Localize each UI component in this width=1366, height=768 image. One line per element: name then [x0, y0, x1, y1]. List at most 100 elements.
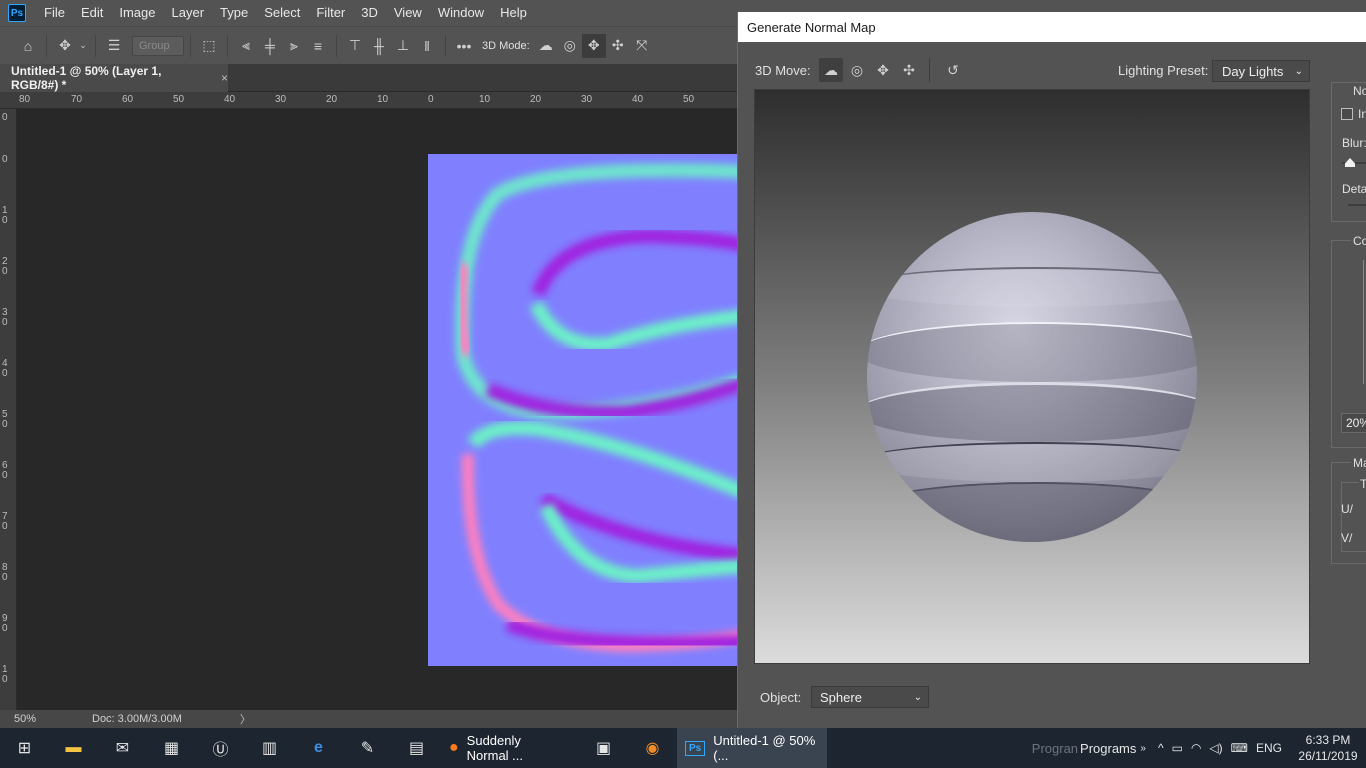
mail-icon[interactable]: ✉ [98, 728, 147, 768]
orbit-icon[interactable]: ☁ [819, 58, 843, 82]
group-title: Co [1351, 234, 1366, 248]
scale-icon[interactable]: ⤧ [630, 34, 654, 58]
chevron-up-icon[interactable]: ^ [1158, 741, 1164, 755]
distribute-vertical-icon[interactable]: ‖ [415, 34, 439, 58]
chevron-down-icon[interactable]: ⌄ [77, 34, 89, 58]
menu-layer[interactable]: Layer [164, 0, 213, 26]
photoshop-icon: Ps [685, 740, 706, 756]
orbit-icon[interactable]: ☁ [534, 34, 558, 58]
taskbar-window-photoshop[interactable]: Ps Untitled-1 @ 50% (... [677, 728, 827, 768]
align-right-icon[interactable]: ⫸ [282, 34, 306, 58]
divider [190, 34, 191, 57]
roll-icon[interactable]: ◎ [558, 34, 582, 58]
move-tool-icon[interactable]: ✥ [53, 34, 77, 58]
3d-mode-label: 3D Mode: [482, 39, 530, 52]
group-title: T [1359, 477, 1366, 491]
invert-checkbox[interactable] [1341, 108, 1353, 120]
slide-icon[interactable]: ✣ [606, 34, 630, 58]
menu-edit[interactable]: Edit [73, 0, 111, 26]
align-top-icon[interactable]: ⊤ [343, 34, 367, 58]
chevron-down-icon: ⌄ [913, 691, 922, 703]
align-left-icon[interactable]: ⫷ [234, 34, 258, 58]
layers-stack-icon[interactable]: ☰ [102, 34, 126, 58]
calendar-icon[interactable]: ▥ [245, 728, 294, 768]
photoshop-logo-icon[interactable]: Ps [8, 4, 26, 22]
windows-start-icon[interactable]: ⊞ [0, 728, 49, 768]
3d-preview-viewport[interactable] [754, 89, 1310, 664]
language-indicator[interactable]: ENG [1256, 741, 1282, 755]
percent-field[interactable]: 20% [1341, 413, 1366, 433]
blur-label: Blur: [1342, 136, 1366, 150]
unreal-engine-icon[interactable]: Ⓤ [196, 728, 245, 768]
sphere-band [867, 382, 1197, 442]
reset-view-icon[interactable]: ↺ [941, 58, 965, 82]
pan-icon[interactable]: ✥ [581, 33, 606, 58]
chevron-right-icon[interactable]: 〉 [240, 711, 251, 727]
photos-icon[interactable]: ▤ [392, 728, 441, 768]
network-icon[interactable]: ▭ [1172, 741, 1183, 755]
menu-file[interactable]: File [36, 0, 73, 26]
ruler-label: 10 [377, 94, 389, 105]
u-label: U/ [1341, 502, 1353, 516]
zoom-level[interactable]: 50% [14, 713, 84, 725]
chevron-down-icon: ⌄ [1294, 65, 1303, 77]
distribute-icon[interactable]: ≡ [306, 34, 330, 58]
document-canvas[interactable] [428, 154, 740, 666]
lighting-preset-dropdown[interactable]: Day Lights ⌄ [1212, 60, 1310, 82]
edge-browser-icon[interactable]: e [294, 728, 343, 768]
slide-icon[interactable]: ✣ [897, 58, 921, 82]
align-bottom-icon[interactable]: ⊥ [391, 34, 415, 58]
firefox-icon: ● [449, 739, 459, 756]
dialog-titlebar[interactable]: Generate Normal Map [738, 12, 1366, 42]
file-explorer-icon[interactable]: ▬ [49, 728, 98, 768]
more-icon[interactable]: ••• [452, 34, 476, 58]
control-panel-icon[interactable]: ▣ [579, 728, 628, 768]
menu-help[interactable]: Help [492, 0, 535, 26]
blender-icon[interactable]: ◉ [628, 728, 677, 768]
align-center-icon[interactable]: ╪ [258, 34, 282, 58]
menu-select[interactable]: Select [256, 0, 308, 26]
3d-move-label: 3D Move: [755, 63, 811, 78]
divider [95, 34, 96, 57]
ruler-label: 2 0 [2, 256, 8, 277]
detail-slider[interactable] [1348, 204, 1366, 206]
object-value: Sphere [820, 689, 862, 705]
lighting-preset-label: Lighting Preset: [1118, 63, 1209, 78]
keyboard-icon[interactable]: ⌨ [1231, 741, 1248, 755]
ruler-label: 0 [2, 154, 8, 165]
close-icon[interactable]: × [221, 71, 228, 85]
menu-3d[interactable]: 3D [353, 0, 386, 26]
menu-type[interactable]: Type [212, 0, 256, 26]
roll-icon[interactable]: ◎ [845, 58, 869, 82]
store-icon[interactable]: ▦ [147, 728, 196, 768]
home-icon[interactable]: ⌂ [16, 34, 40, 58]
menu-view[interactable]: View [386, 0, 430, 26]
generate-normal-map-dialog: Generate Normal Map 3D Move: ☁ ◎ ✥ ✣ ↺ L… [737, 12, 1366, 728]
programs-ghost-label: Progran [1031, 740, 1079, 756]
menu-filter[interactable]: Filter [308, 0, 353, 26]
marquee-icon[interactable]: ⬚ [197, 34, 221, 58]
paint-icon[interactable]: ✎ [343, 728, 392, 768]
document-tab[interactable]: Untitled-1 @ 50% (Layer 1, RGB/8#) * × [0, 64, 228, 92]
ruler-label: 8 0 [2, 562, 8, 583]
status-bar: 50% Doc: 3.00M/3.00M 〉 [0, 710, 740, 728]
menu-window[interactable]: Window [430, 0, 492, 26]
clock[interactable]: 6:33 PM 26/11/2019 [1290, 732, 1366, 764]
toolbar-expand-icon[interactable]: » [1140, 743, 1146, 754]
sphere-band [867, 482, 1197, 542]
align-middle-icon[interactable]: ╫ [367, 34, 391, 58]
dialog-title: Generate Normal Map [747, 19, 876, 35]
canvas-area[interactable] [17, 109, 740, 710]
menu-image[interactable]: Image [111, 0, 163, 26]
object-dropdown[interactable]: Sphere ⌄ [811, 686, 929, 708]
programs-toolbar-label[interactable]: Programs [1080, 741, 1136, 756]
auto-select-dropdown[interactable]: Group [132, 35, 184, 56]
ruler-label: 20 [326, 94, 338, 105]
taskbar-window-firefox[interactable]: ● Suddenly Normal ... [441, 728, 561, 768]
preview-sphere[interactable] [867, 212, 1197, 542]
wifi-icon[interactable]: ◠ [1191, 741, 1201, 755]
pan-icon[interactable]: ✥ [871, 58, 895, 82]
ruler-label: 0 [2, 112, 8, 123]
volume-icon[interactable]: ◁) [1209, 741, 1222, 755]
invert-label: In [1358, 107, 1366, 121]
